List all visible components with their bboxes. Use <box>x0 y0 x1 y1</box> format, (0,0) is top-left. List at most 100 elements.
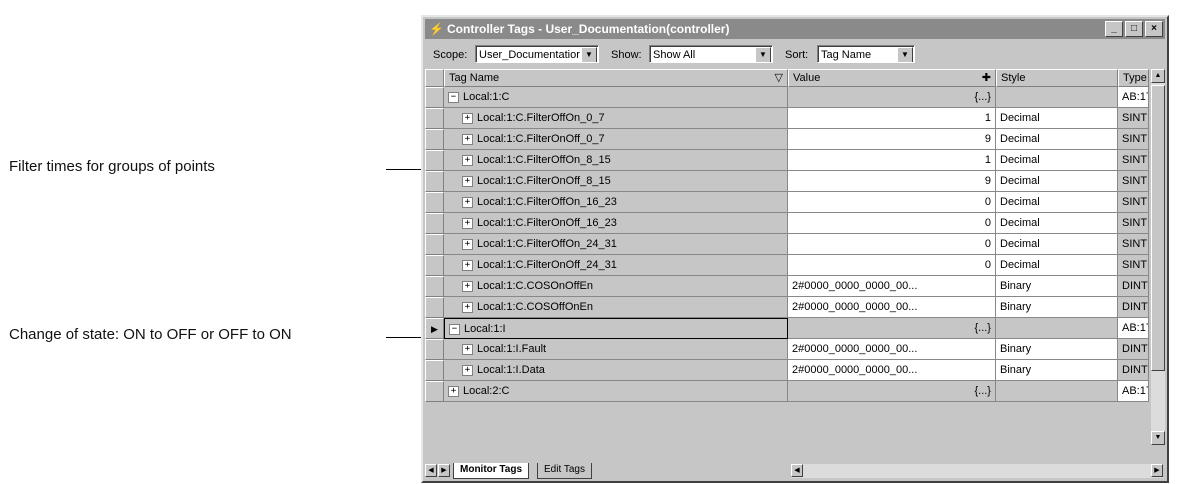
expand-icon[interactable]: + <box>462 259 473 271</box>
column-header-value[interactable]: Value ✚ <box>788 69 996 87</box>
show-combo[interactable]: Show All ▼ <box>649 45 773 63</box>
tag-name-cell[interactable]: + Local:2:C <box>444 381 788 402</box>
table-row[interactable]: + Local:1:C.FilterOnOff_16_23 0 Decimal SINT <box>425 213 1149 234</box>
style-cell[interactable]: Decimal <box>996 171 1118 192</box>
style-cell[interactable]: Decimal <box>996 150 1118 171</box>
column-header-tag-name[interactable]: Tag Name ▽ <box>444 69 788 87</box>
tag-name-cell[interactable]: + Local:1:C.FilterOnOff_0_7 <box>444 129 788 150</box>
value-cell[interactable]: 9 <box>788 129 996 150</box>
tag-name-cell[interactable]: + Local:1:C.FilterOffOn_16_23 <box>444 192 788 213</box>
style-cell[interactable]: Decimal <box>996 255 1118 276</box>
style-cell[interactable]: Binary <box>996 276 1118 297</box>
table-row[interactable]: + Local:1:C.FilterOnOff_24_31 0 Decimal SINT <box>425 255 1149 276</box>
scroll-right-arrow-icon[interactable]: ▶ <box>1151 464 1163 477</box>
table-row[interactable]: + Local:1:C.FilterOnOff_0_7 9 Decimal SINT <box>425 129 1149 150</box>
row-selector[interactable] <box>425 192 444 213</box>
table-row[interactable]: + Local:1:C.FilterOffOn_16_23 0 Decimal SINT <box>425 192 1149 213</box>
row-selector[interactable] <box>425 87 444 108</box>
style-cell[interactable]: Binary <box>996 339 1118 360</box>
expand-icon[interactable]: + <box>462 133 473 145</box>
value-cell[interactable]: 2#0000_0000_0000_00... <box>788 297 996 318</box>
style-cell[interactable]: Decimal <box>996 129 1118 150</box>
scroll-down-arrow-icon[interactable]: ▼ <box>1151 431 1165 445</box>
tab-scroll-right-icon[interactable]: ▶ <box>438 464 450 477</box>
row-selector[interactable] <box>425 381 444 402</box>
row-selector[interactable] <box>425 171 444 192</box>
table-row[interactable]: + Local:2:C {...} AB:1756_ <box>425 381 1149 402</box>
tag-name-cell[interactable]: + Local:1:C.FilterOffOn_0_7 <box>444 108 788 129</box>
expand-icon[interactable]: + <box>462 364 473 376</box>
collapse-icon[interactable]: − <box>448 91 459 103</box>
style-cell[interactable]: Decimal <box>996 213 1118 234</box>
tab-scroll-left-icon[interactable]: ◀ <box>425 464 437 477</box>
table-row[interactable]: −Local:1:C{...}AB:1756_ <box>425 87 1149 108</box>
tag-name-cell[interactable]: + Local:1:C.COSOffOnEn <box>444 297 788 318</box>
row-selector[interactable] <box>425 339 444 360</box>
table-row[interactable]: + Local:1:C.FilterOffOn_24_31 0 Decimal SINT <box>425 234 1149 255</box>
tag-name-cell[interactable]: + Local:1:C.FilterOnOff_8_15 <box>444 171 788 192</box>
row-selector[interactable] <box>425 213 444 234</box>
style-cell[interactable]: Binary <box>996 297 1118 318</box>
row-selector[interactable] <box>425 276 444 297</box>
value-cell[interactable]: {...} <box>788 87 996 108</box>
vertical-scrollbar[interactable]: ▲ ▼ <box>1151 69 1165 445</box>
value-cell[interactable]: 2#0000_0000_0000_00... <box>788 339 996 360</box>
value-cell[interactable]: 2#0000_0000_0000_00... <box>788 360 996 381</box>
value-cell[interactable]: 9 <box>788 171 996 192</box>
chevron-down-icon[interactable]: ▼ <box>581 47 597 62</box>
tag-name-cell[interactable]: + Local:1:I.Data <box>444 360 788 381</box>
column-header-type[interactable]: Type <box>1118 69 1149 87</box>
scope-combo[interactable]: User_Documentatior ▼ <box>475 45 599 63</box>
expand-icon[interactable]: + <box>462 343 473 355</box>
tag-name-cell[interactable]: + Local:1:C.COSOnOffEn <box>444 276 788 297</box>
value-cell[interactable]: {...} <box>788 318 996 339</box>
title-bar[interactable]: ⚡ Controller Tags - User_Documentation(c… <box>425 19 1165 39</box>
value-cell[interactable]: 0 <box>788 255 996 276</box>
table-row[interactable]: + Local:1:C.COSOnOffEn 2#0000_0000_0000_00… <box>425 276 1149 297</box>
value-cell[interactable]: 0 <box>788 213 996 234</box>
value-cell[interactable]: 0 <box>788 192 996 213</box>
style-cell[interactable] <box>996 87 1118 108</box>
row-selector[interactable] <box>425 297 444 318</box>
expand-icon[interactable]: + <box>462 196 473 208</box>
close-button[interactable]: × <box>1145 21 1163 37</box>
scroll-left-arrow-icon[interactable]: ◀ <box>791 464 803 477</box>
expand-icon[interactable]: + <box>462 154 473 166</box>
value-cell[interactable]: 2#0000_0000_0000_00... <box>788 276 996 297</box>
chevron-down-icon[interactable]: ▼ <box>897 47 913 62</box>
expand-icon[interactable]: + <box>462 112 473 124</box>
row-selector[interactable] <box>425 129 444 150</box>
chevron-down-icon[interactable]: ▼ <box>755 47 771 62</box>
value-cell[interactable]: {...} <box>788 381 996 402</box>
tag-name-cell[interactable]: − Local:1:I <box>444 318 788 339</box>
style-cell[interactable]: Decimal <box>996 192 1118 213</box>
expand-icon[interactable]: + <box>462 301 473 313</box>
scroll-thumb[interactable] <box>1151 85 1165 371</box>
tag-name-cell[interactable]: − Local:1:C <box>444 87 788 108</box>
scroll-up-arrow-icon[interactable]: ▲ <box>1151 69 1165 83</box>
table-row[interactable]: + Local:1:C.FilterOffOn_8_15 1 Decimal SINT <box>425 150 1149 171</box>
expand-icon[interactable]: + <box>462 238 473 250</box>
collapse-icon[interactable]: − <box>449 323 460 335</box>
tag-name-cell[interactable]: + Local:1:I.Fault <box>444 339 788 360</box>
expand-icon[interactable]: + <box>462 175 473 187</box>
tag-name-cell[interactable]: + Local:1:C.FilterOffOn_8_15 <box>444 150 788 171</box>
row-selector[interactable] <box>425 108 444 129</box>
tag-name-cell[interactable]: + Local:1:C.FilterOnOff_24_31 <box>444 255 788 276</box>
expand-icon[interactable]: + <box>462 217 473 229</box>
value-cell[interactable]: 1 <box>788 108 996 129</box>
table-row[interactable]: + Local:1:I.Fault 2#0000_0000_0000_00... Bi… <box>425 339 1149 360</box>
minimize-button[interactable]: _ <box>1105 21 1123 37</box>
row-selector[interactable] <box>425 255 444 276</box>
filter-icon[interactable]: ▽ <box>775 70 783 86</box>
table-row[interactable]: ▶−Local:1:I{...}AB:1756_ <box>425 318 1149 339</box>
tab-monitor-tags[interactable]: Monitor Tags <box>453 463 530 479</box>
row-selector[interactable] <box>425 150 444 171</box>
value-cell[interactable]: 1 <box>788 150 996 171</box>
table-row[interactable]: + Local:1:I.Data 2#0000_0000_0000_00... Bin… <box>425 360 1149 381</box>
tab-edit-tags[interactable]: Edit Tags <box>537 463 592 479</box>
tag-name-cell[interactable]: + Local:1:C.FilterOnOff_16_23 <box>444 213 788 234</box>
table-row[interactable]: + Local:1:C.FilterOffOn_0_7 1 Decimal SINT <box>425 108 1149 129</box>
value-cell[interactable]: 0 <box>788 234 996 255</box>
row-selector[interactable]: ▶ <box>425 318 444 339</box>
